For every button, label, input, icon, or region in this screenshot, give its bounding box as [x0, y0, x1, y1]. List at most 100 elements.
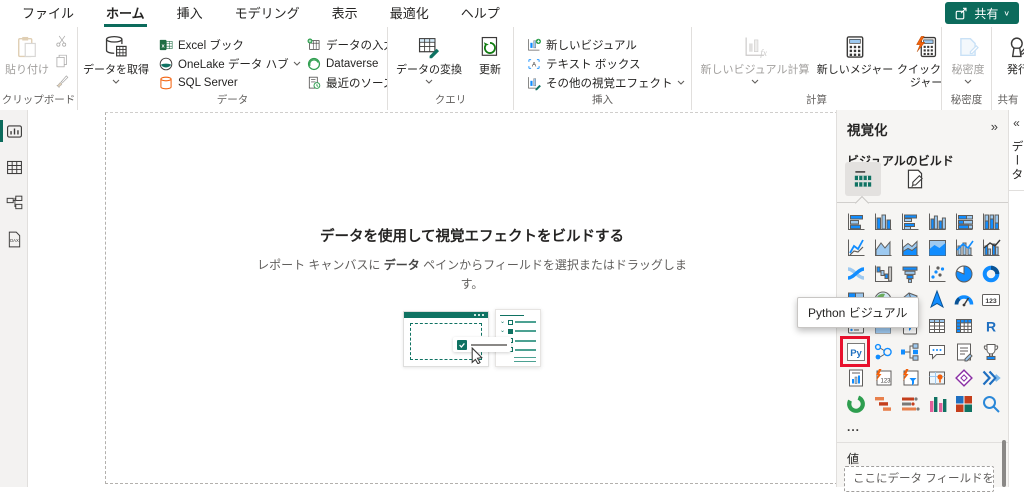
sidebar-item-table-view[interactable]: [0, 154, 28, 180]
visual-r-script[interactable]: R: [977, 313, 1004, 339]
sidebar-item-report-view[interactable]: [0, 118, 28, 144]
tab-format-visual[interactable]: [897, 162, 933, 196]
visual-funnel[interactable]: [896, 261, 923, 287]
menu-tab-1[interactable]: ホーム: [104, 0, 147, 27]
visual-pie[interactable]: [950, 261, 977, 287]
visual-line[interactable]: [842, 235, 869, 261]
visual-qna[interactable]: [923, 339, 950, 365]
menu-tab-0[interactable]: ファイル: [20, 0, 76, 27]
ribbon-dataverse-button[interactable]: Dataverse: [306, 54, 388, 73]
visual-custom-vbar[interactable]: [923, 391, 950, 417]
decomposition-tree-icon: [899, 341, 921, 363]
menu-tab-5[interactable]: 最適化: [388, 0, 431, 27]
visual-stacked-bar-100[interactable]: [950, 209, 977, 235]
empty-canvas-message: データを使用して視覚エフェクトをビルドする レポート キャンバスに データ ペイ…: [106, 225, 836, 401]
visual-stacked-bar[interactable]: [842, 209, 869, 235]
svg-text:Py: Py: [850, 348, 862, 359]
visual-azure-map[interactable]: [923, 287, 950, 313]
sidebar-item-model-view[interactable]: [0, 190, 28, 216]
visual-stacked-column[interactable]: [869, 209, 896, 235]
format-painter-button[interactable]: [54, 73, 72, 89]
data-pane-label[interactable]: データ: [1009, 140, 1024, 182]
chevron-double-left-icon[interactable]: «: [1009, 116, 1024, 130]
visual-search[interactable]: [977, 391, 1004, 417]
ribbon-excel-button[interactable]: xExcel ブック: [158, 35, 298, 54]
ribbon-get-data-button[interactable]: データを取得: [82, 31, 150, 84]
visual-line-stacked-column[interactable]: [950, 235, 977, 261]
visual-scorecard[interactable]: 123: [869, 365, 896, 391]
visual-area-100[interactable]: [923, 235, 950, 261]
key-influencers-icon: [872, 341, 894, 363]
copy-button[interactable]: [54, 53, 72, 69]
ribbon-new-visual-button[interactable]: 新しいビジュアル: [526, 35, 692, 54]
ribbon-quick-measure-button[interactable]: クイック メジャー: [896, 31, 942, 89]
ribbon-sensitivity-button[interactable]: 秘密度: [946, 31, 990, 84]
visual-table[interactable]: [923, 313, 950, 339]
visual-stacked-column-100[interactable]: [977, 209, 1004, 235]
visual-gauge[interactable]: [950, 287, 977, 313]
share-button[interactable]: 共有 ∨: [945, 2, 1019, 24]
ribbon-onelake-button[interactable]: OneLake データ ハブ: [158, 54, 298, 73]
ribbon-group-label: データ: [78, 92, 387, 107]
clipboard-icon: [14, 33, 40, 61]
visual-paginated-report[interactable]: [842, 365, 869, 391]
sidebar-item-dax-query-view[interactable]: DAX: [0, 226, 28, 252]
visual-scatter[interactable]: [923, 261, 950, 287]
menu-tab-2[interactable]: 挿入: [175, 0, 205, 27]
stacked-column-icon: [872, 211, 894, 233]
visual-card[interactable]: 123: [977, 287, 1004, 313]
values-field-well[interactable]: ここにデータ フィールドを...: [844, 466, 994, 492]
visual-key-influencers[interactable]: [869, 339, 896, 365]
visual-power-apps[interactable]: [950, 365, 977, 391]
visual-line-clustered-column[interactable]: [977, 235, 1004, 261]
visual-ring-chart[interactable]: [842, 391, 869, 417]
menu-tab-3[interactable]: モデリング: [233, 0, 302, 27]
drag-fields-illustration: ⌄ ⌄ ⌄ ⌄: [397, 309, 547, 401]
visual-clustered-bar[interactable]: [896, 209, 923, 235]
values-section-label: 値: [847, 450, 859, 467]
visual-stacked-area[interactable]: [896, 235, 923, 261]
report-canvas[interactable]: データを使用して視覚エフェクトをビルドする レポート キャンバスに データ ペイ…: [28, 110, 836, 487]
visual-decomposition-tree[interactable]: [896, 339, 923, 365]
visual-gantt[interactable]: [869, 391, 896, 417]
get-more-visuals-button[interactable]: ...: [847, 420, 860, 434]
visual-metrics[interactable]: [977, 339, 1004, 365]
visual-smart-narrative[interactable]: [950, 339, 977, 365]
ribbon-more-visuals-button[interactable]: その他の視覚エフェクト: [526, 73, 692, 92]
ribbon-clipboard-button[interactable]: 貼り付け: [4, 31, 50, 77]
cut-button[interactable]: [54, 33, 72, 49]
pie-icon: [953, 263, 975, 285]
ribbon-sql-button[interactable]: SQL Server: [158, 73, 298, 92]
visual-custom-hbar[interactable]: [896, 391, 923, 417]
tab-build-visual[interactable]: [845, 162, 881, 196]
ribbon-new-measure-button[interactable]: 新しいメジャー: [814, 31, 896, 77]
ribbon-group-sensitivity: 秘密度秘密度: [942, 27, 992, 110]
scrollbar[interactable]: [1002, 440, 1006, 487]
visual-power-automate[interactable]: [977, 365, 1004, 391]
visual-python[interactable]: Py: [842, 339, 869, 365]
ribbon-text-box-button[interactable]: Aテキスト ボックス: [526, 54, 692, 73]
visual-ribbon[interactable]: [842, 261, 869, 287]
ribbon-publish-button[interactable]: 発行: [996, 31, 1024, 77]
canvas-subtitle: レポート キャンバスに データ ペインからフィールドを選択またはドラッグします。: [246, 256, 698, 293]
visual-waterfall[interactable]: [869, 261, 896, 287]
visual-matrix[interactable]: [950, 313, 977, 339]
report-page[interactable]: データを使用して視覚エフェクトをビルドする レポート キャンバスに データ ペイ…: [105, 112, 836, 484]
ribbon-enter-data-button[interactable]: データの入力: [306, 35, 388, 54]
ribbon-transform-button[interactable]: データの変換: [392, 31, 466, 84]
visual-clustered-column[interactable]: [923, 209, 950, 235]
ribbon-refresh-button[interactable]: 更新: [466, 31, 514, 77]
visual-arcgis-map[interactable]: [923, 365, 950, 391]
share-icon: [954, 6, 969, 21]
ribbon-visual-calc-button[interactable]: fx新しいビジュアル計算: [696, 31, 814, 84]
visual-custom-grid[interactable]: [950, 391, 977, 417]
visual-donut[interactable]: [977, 261, 1004, 287]
dataverse-icon: [306, 56, 322, 72]
menu-tab-6[interactable]: ヘルプ: [459, 0, 502, 27]
ribbon-recent-button[interactable]: 最近のソース: [306, 73, 388, 92]
visual-lightning-visual[interactable]: [896, 365, 923, 391]
chevron-double-right-icon[interactable]: »: [991, 119, 998, 134]
custom-hbar-icon: [899, 393, 921, 415]
visual-area[interactable]: [869, 235, 896, 261]
menu-tab-4[interactable]: 表示: [330, 0, 360, 27]
